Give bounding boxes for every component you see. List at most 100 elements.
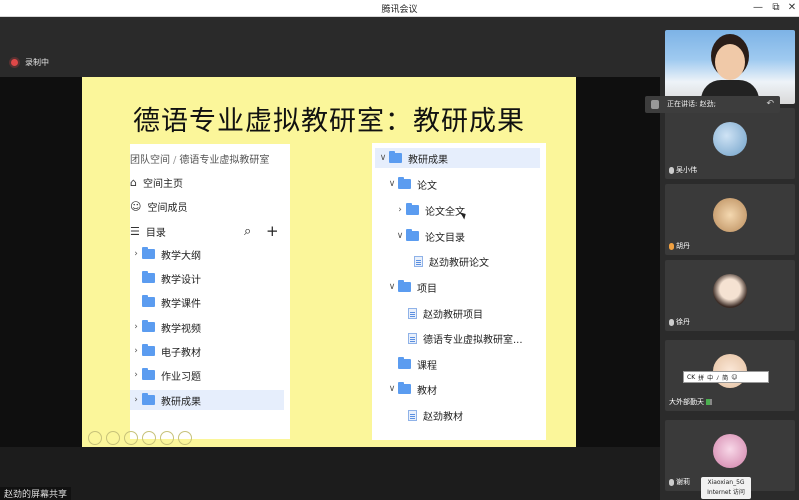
tree-row: ∨ 论文: [386, 174, 437, 194]
network-status: Internet 访问: [707, 489, 745, 496]
speaker-icon: [651, 100, 659, 109]
participants-column: 吴小伟 胡丹 徐丹 CK 拼 中 ﾉ 简 ☺ 大外部勤天 谢莉: [660, 17, 799, 500]
tree-row: 赵劲教研论文: [414, 251, 489, 271]
folder-icon: [398, 382, 411, 394]
screen-share-label: 赵劲的屏幕共享: [0, 487, 72, 500]
nav-label: 目录: [145, 227, 166, 239]
chevron-right-icon: ›: [134, 249, 138, 259]
folder-icon: [142, 368, 155, 380]
chevron-right-icon: ›: [134, 370, 138, 380]
folder-label: 教学大纲: [161, 250, 201, 262]
mic-icon: [669, 478, 674, 486]
document-icon: [408, 409, 417, 421]
speaking-indicator: 正在讲话: 赵劲; ↶: [645, 96, 780, 113]
nav-space-members: ☺ 空间成员: [130, 196, 187, 216]
tree-row: ∨ 项目: [386, 277, 437, 297]
tree-label: 课程: [417, 360, 437, 372]
folder-icon: [406, 203, 419, 215]
recording-icon: [11, 59, 18, 66]
minimize-button[interactable]: —: [748, 0, 768, 17]
active-speaker-video[interactable]: [665, 30, 795, 104]
folder-icon: [398, 177, 411, 189]
menu-icon: ☰: [130, 224, 140, 238]
tree-label: 论文目录: [425, 232, 465, 244]
chevron-down-icon: ∨: [379, 153, 387, 163]
nav-directory: ☰ 目录 ⌕ +: [130, 221, 290, 241]
slide-controls: [88, 431, 192, 445]
folder-icon: [389, 151, 402, 163]
members-icon: ☺: [130, 199, 142, 213]
mic-icon: [669, 242, 674, 250]
folder-row: › 电子教材: [130, 341, 201, 361]
avatar: [713, 197, 747, 232]
mic-icon: [669, 318, 674, 326]
avatar: [713, 273, 747, 308]
recording-label[interactable]: 录制中: [25, 57, 49, 68]
slide-copy-icon[interactable]: [142, 431, 156, 445]
folder-label: 作业习题: [161, 371, 201, 383]
tree-row-selected: ∨ 教研成果: [375, 148, 540, 168]
chevron-down-icon: ∨: [388, 179, 396, 189]
speaking-label: 正在讲话: 赵劲;: [667, 100, 716, 108]
tree-label: 德语专业虚拟教研室...: [423, 334, 523, 346]
folder-icon: [142, 344, 155, 356]
breadcrumb: 团队空间 / 德语专业虚拟教研室: [130, 155, 270, 166]
folder-label: 电子教材: [161, 347, 201, 359]
space-sidebar-panel: 团队空间/德语专业虚拟教研室 ⌂ 空间主页 ☺ 空间成员 ☰ 目录 ⌕ +: [130, 144, 290, 439]
mic-icon: [669, 166, 674, 174]
return-icon[interactable]: ↶: [766, 99, 774, 109]
folder-icon: [398, 280, 411, 292]
slide-prev-icon[interactable]: [88, 431, 102, 445]
nav-label: 空间成员: [147, 202, 188, 214]
tree-row: ∨ 论文目录: [394, 226, 465, 246]
tree-label: 赵劲教研项目: [423, 309, 483, 321]
slide-next-icon[interactable]: [106, 431, 120, 445]
tree-row: 赵劲教材: [408, 405, 463, 425]
participant-name: 胡丹: [676, 242, 690, 250]
chevron-right-icon: ›: [134, 322, 138, 332]
meeting-toolbar: 录制中: [0, 17, 660, 77]
slide-more-icon[interactable]: [178, 431, 192, 445]
home-icon: ⌂: [130, 175, 137, 189]
nav-space-home: ⌂ 空间主页: [130, 172, 183, 192]
window-title: 腾讯会议: [381, 5, 418, 15]
folder-icon: [142, 393, 155, 405]
folder-label: 教学视频: [161, 323, 201, 335]
avatar: [713, 433, 747, 468]
participant-tile[interactable]: 吴小伟: [665, 108, 795, 179]
folder-icon: [398, 357, 411, 369]
breadcrumb-current: 德语专业虚拟教研室: [179, 155, 270, 166]
tree-row: 课程: [398, 354, 437, 374]
outcomes-tree-panel: ∨ 教研成果 ∨ 论文 › 论文全文 ∨ 论文目录 赵劲教研论文 ∨ 项目 赵劲…: [372, 143, 546, 440]
tree-row: › 论文全文: [394, 200, 465, 220]
tree-label: 项目: [417, 283, 437, 295]
folder-label: 教研成果: [161, 396, 201, 408]
slide-pen-icon[interactable]: [124, 431, 138, 445]
chevron-down-icon: ∨: [388, 384, 396, 394]
folder-row: › 作业习题: [130, 365, 201, 385]
search-icon: ⌕: [244, 223, 252, 239]
tree-row: 赵劲教研项目: [408, 303, 483, 323]
document-icon: [414, 255, 423, 267]
add-icon: +: [266, 222, 279, 240]
participant-tile[interactable]: CK 拼 中 ﾉ 简 ☺ 大外部勤天: [665, 340, 795, 411]
participant-name: 吴小伟: [676, 166, 697, 174]
chevron-right-icon: ›: [134, 395, 138, 405]
slide-zoom-icon[interactable]: [160, 431, 174, 445]
signal-icon: [706, 399, 712, 405]
tree-label: 论文: [417, 180, 437, 192]
network-tooltip: Xiaoxian_5G Internet 访问: [701, 477, 751, 499]
network-ssid: Xiaoxian_5G: [707, 479, 745, 486]
avatar: [713, 121, 747, 156]
tree-row: ∨ 教材: [386, 379, 437, 399]
tree-row: 德语专业虚拟教研室...: [408, 328, 523, 348]
participant-name: 徐丹: [676, 318, 690, 326]
folder-label: 教学课件: [161, 298, 201, 310]
speaker-face: [715, 44, 745, 80]
title-bar: 腾讯会议 — ⧉ ✕: [0, 0, 799, 17]
folder-icon: [142, 247, 155, 259]
participant-tile[interactable]: 徐丹: [665, 260, 795, 331]
close-button[interactable]: ✕: [782, 0, 799, 17]
shared-screen: 德语专业虚拟教研室：教研成果 团队空间 / 德语专业虚拟教研室 ⌂ 空间主页 ☺ 空…: [0, 77, 660, 447]
participant-tile[interactable]: 胡丹: [665, 184, 795, 255]
